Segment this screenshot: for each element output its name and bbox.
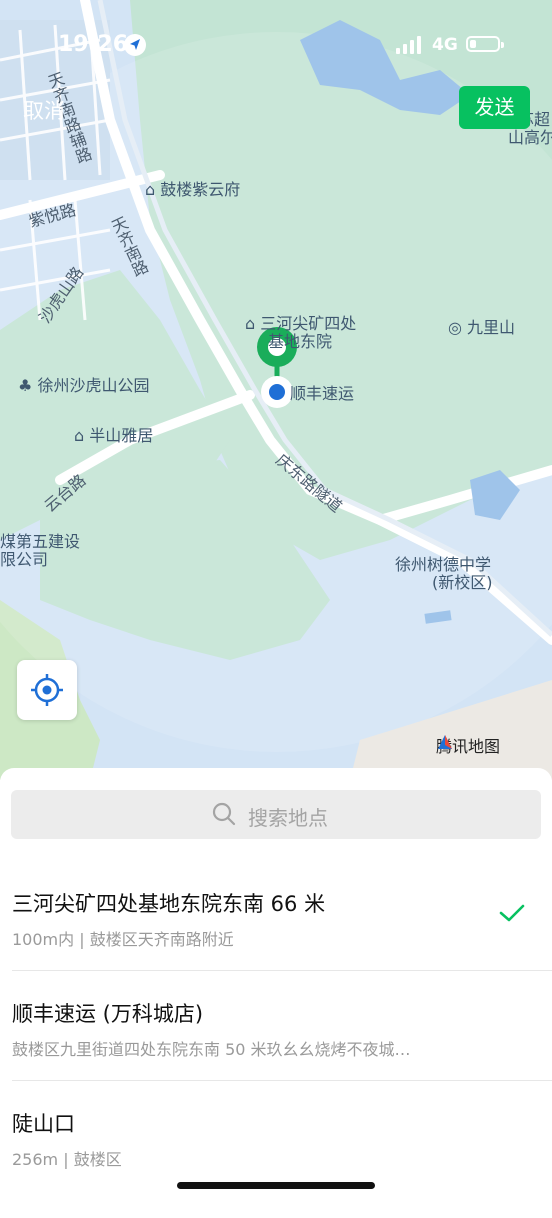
list-item-title: 陡山口 bbox=[12, 1112, 75, 1136]
map-poi-label: 徐州树德中学 bbox=[395, 555, 492, 574]
divider bbox=[12, 970, 552, 971]
list-item-subtitle: 100m内 | 鼓楼区天齐南路附近 bbox=[12, 930, 234, 949]
home-indicator bbox=[177, 1182, 375, 1189]
location-list-sheet: 搜索地点 三河尖矿四处基地东院东南 66 米 100m内 | 鼓楼区天齐南路附近… bbox=[0, 768, 552, 1200]
list-item[interactable]: 陡山口 256m | 鼓楼区 bbox=[0, 1108, 552, 1218]
cancel-button[interactable]: 取消 bbox=[23, 95, 65, 125]
map-poi-label: 限公司 bbox=[0, 550, 49, 569]
list-item[interactable]: 三河尖矿四处基地东院东南 66 米 100m内 | 鼓楼区天齐南路附近 bbox=[0, 888, 552, 998]
map-poi-label: 顺丰速运 bbox=[290, 384, 355, 403]
status-time: 19:26 bbox=[58, 32, 129, 57]
map-poi-label: ◎ 九里山 bbox=[448, 318, 516, 337]
map-poi-label: 基地东院 bbox=[268, 332, 333, 351]
send-button[interactable]: 发送 bbox=[459, 86, 530, 129]
search-icon bbox=[212, 802, 236, 826]
crosshair-icon bbox=[31, 674, 63, 706]
location-arrow-icon bbox=[124, 34, 146, 56]
search-input[interactable]: 搜索地点 bbox=[11, 790, 541, 839]
map-poi-label: ⌂ 半山雅居 bbox=[74, 426, 154, 445]
map-poi-label: ⌂ 三河尖矿四处 bbox=[245, 314, 357, 333]
battery-icon bbox=[466, 36, 504, 52]
signal-icon bbox=[396, 36, 421, 54]
check-icon bbox=[499, 904, 525, 922]
list-item-subtitle: 256m | 鼓楼区 bbox=[12, 1150, 122, 1169]
map-poi-label: (新校区) bbox=[432, 573, 493, 592]
network-type: 4G bbox=[432, 35, 458, 55]
locate-me-button[interactable] bbox=[17, 660, 77, 720]
list-item-title: 三河尖矿四处基地东院东南 66 米 bbox=[12, 892, 326, 916]
map-poi-label: 山高尔 bbox=[508, 128, 552, 147]
status-bar: 19:26 4G bbox=[0, 0, 552, 90]
map-poi-label: 煤第五建设 bbox=[0, 532, 81, 551]
divider bbox=[12, 1080, 552, 1081]
search-placeholder: 搜索地点 bbox=[248, 806, 328, 830]
list-item-title: 顺丰速运 (万科城店) bbox=[12, 1002, 204, 1026]
map-poi-label: ♣ 徐州沙虎山公园 bbox=[18, 376, 150, 395]
map-poi-label: ⌂ 鼓楼紫云府 bbox=[145, 180, 241, 199]
tencent-map-logo: 腾讯地图 bbox=[436, 733, 500, 757]
list-item[interactable]: 顺丰速运 (万科城店) 鼓楼区九里街道四处东院东南 50 米玖幺幺烧烤不夜城… bbox=[0, 998, 552, 1108]
tencent-map-icon bbox=[438, 735, 452, 749]
list-item-subtitle: 鼓楼区九里街道四处东院东南 50 米玖幺幺烧烤不夜城… bbox=[12, 1040, 411, 1059]
